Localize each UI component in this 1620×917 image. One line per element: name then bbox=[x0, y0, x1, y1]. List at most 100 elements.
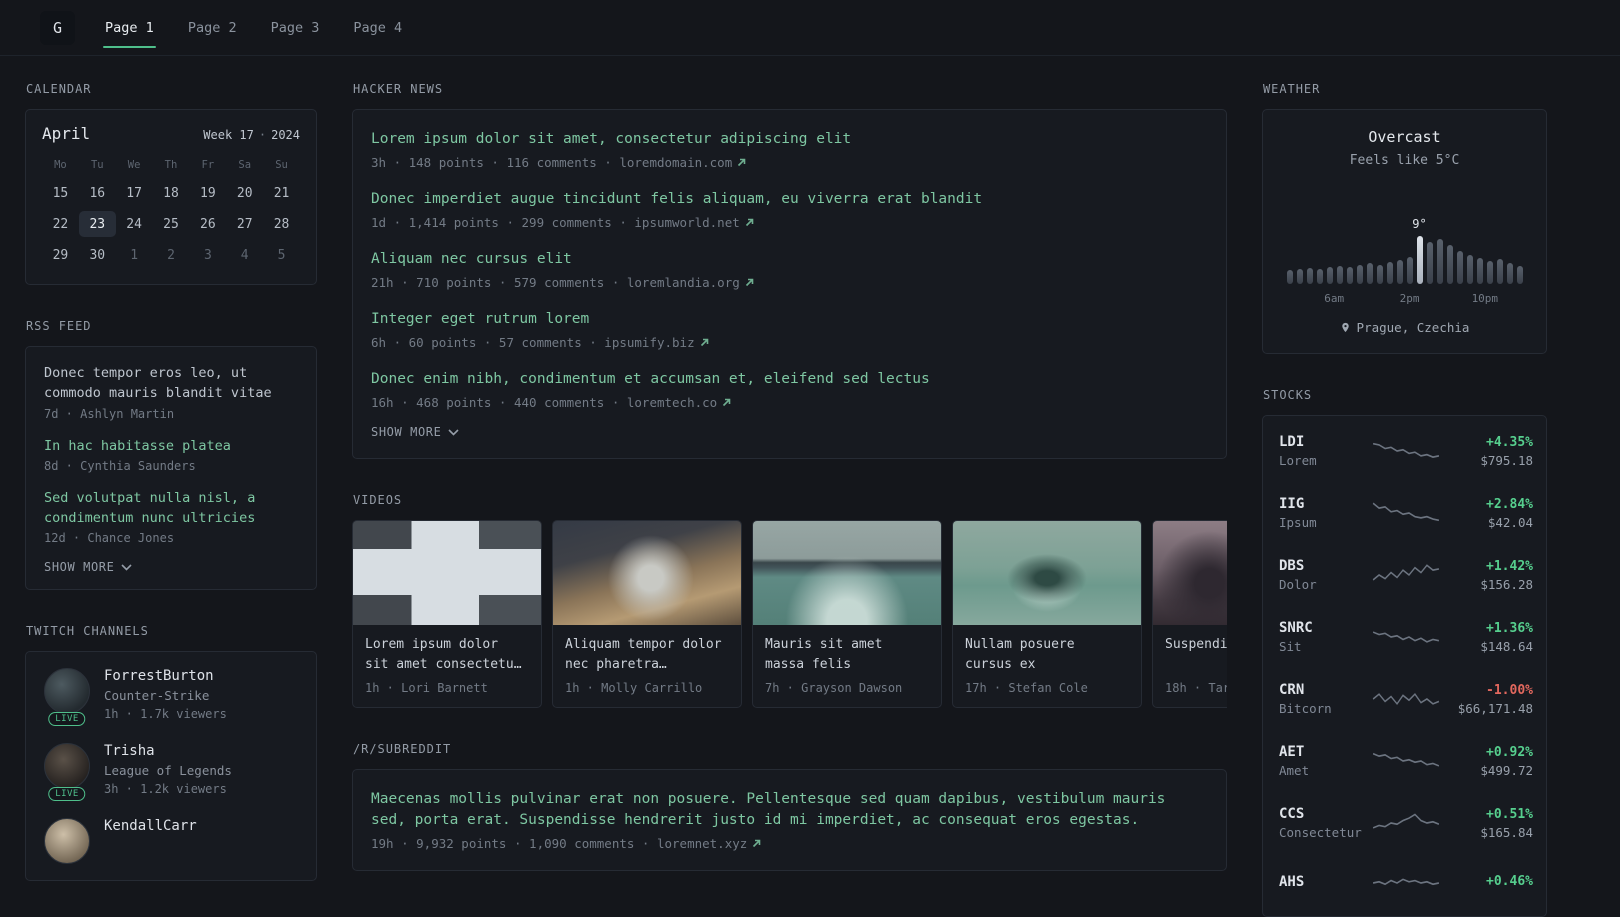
tab-page-3[interactable]: Page 3 bbox=[269, 0, 322, 55]
calendar-day: 26 bbox=[200, 216, 216, 232]
stock-price: $42.04 bbox=[1487, 514, 1533, 530]
videos-section-title: VIDEOS bbox=[353, 493, 403, 508]
calendar-day: 15 bbox=[52, 185, 69, 201]
calendar-day-outside: 3 bbox=[203, 247, 212, 263]
tab-page-1[interactable]: Page 1 bbox=[103, 0, 156, 55]
stock-id: AHS bbox=[1279, 874, 1371, 893]
video-thumbnail bbox=[1153, 521, 1227, 626]
avatar bbox=[44, 743, 90, 790]
tab-page-4[interactable]: Page 4 bbox=[351, 0, 404, 55]
external-link-icon bbox=[738, 158, 746, 167]
hn-item-title[interactable]: Lorem ipsum dolor sit amet, consectetur … bbox=[371, 129, 1208, 150]
stock-spark-wrap bbox=[1371, 808, 1441, 838]
rss-item: Donec tempor eros leo, ut commodo mauris… bbox=[44, 363, 298, 421]
calendar-day-outside: 2 bbox=[167, 247, 175, 263]
weather-location: Prague, Czechia bbox=[1279, 320, 1530, 335]
video-card[interactable]: Aliquam tempor dolor nec pharetra… 1h · … bbox=[552, 520, 742, 709]
stock-change: +1.42% bbox=[1486, 558, 1533, 574]
stock-price: $165.84 bbox=[1480, 824, 1533, 840]
calendar-panel: April Week 17 · 2024 Mo Tu We Th Fr Sa Su … bbox=[25, 109, 317, 285]
hn-item-title[interactable]: Donec imperdiet augue tincidunt felis al… bbox=[371, 189, 1208, 210]
weather-bar-chart: 9° bbox=[1279, 196, 1530, 284]
stock-sparkline bbox=[1372, 564, 1439, 581]
hacker-news-widget: HACKER NEWS Lorem ipsum dolor sit amet, … bbox=[352, 82, 1227, 460]
video-card-body: Nullam posuere cursus ex 17h · Stefan Co… bbox=[953, 625, 1141, 707]
external-link-icon bbox=[700, 338, 708, 347]
left-column: CALENDAR April Week 17 · 2024 Mo Tu We Th … bbox=[25, 82, 317, 882]
stock-symbol: AET bbox=[1279, 744, 1305, 760]
dow-label: Fr bbox=[201, 159, 215, 171]
dashboard-grid: CALENDAR April Week 17 · 2024 Mo Tu We Th … bbox=[0, 56, 1620, 917]
calendar-day-headers: Mo Tu We Th Fr Sa Su bbox=[42, 159, 300, 171]
rss-show-more-button[interactable]: SHOW MORE bbox=[44, 560, 298, 574]
stock-row[interactable]: DBS Dolor +1.42% $156.28 bbox=[1279, 544, 1533, 606]
stock-name: Sit bbox=[1279, 639, 1302, 654]
calendar-day: 22 bbox=[52, 216, 69, 232]
video-card[interactable]: Suspendisse diam 18h · Tara bbox=[1152, 520, 1227, 709]
channel-info: ForrestBurton Counter-Strike 1h · 1.7k v… bbox=[104, 668, 227, 721]
stock-row[interactable]: AET Amet +0.92% $499.72 bbox=[1279, 730, 1533, 792]
stock-sparkline bbox=[1372, 813, 1440, 829]
stock-id: LDI Lorem bbox=[1279, 434, 1371, 468]
calendar-day: 27 bbox=[236, 216, 253, 232]
rss-item-title[interactable]: Sed volutpat nulla nisl, a condimentum n… bbox=[44, 488, 298, 529]
weather-section-title: WEATHER bbox=[1263, 82, 1321, 96]
channel-name[interactable]: Trisha bbox=[104, 743, 232, 759]
stock-price: $156.28 bbox=[1480, 576, 1533, 592]
stock-row[interactable]: AHS +0.46% bbox=[1279, 854, 1533, 912]
stock-change: +4.35% bbox=[1486, 434, 1533, 450]
calendar-month: April bbox=[42, 124, 91, 143]
stock-row[interactable]: LDI Lorem +4.35% $795.18 bbox=[1279, 420, 1533, 482]
weather-feels-like: Feels like 5°C bbox=[1349, 153, 1460, 168]
twitch-channel[interactable]: LIVE ForrestBurton Counter-Strike 1h · 1… bbox=[44, 668, 298, 727]
stock-spark-wrap bbox=[1371, 436, 1441, 466]
hn-item-meta: 16h · 468 points · 440 comments · loremt… bbox=[371, 395, 1208, 410]
stock-symbol: DBS bbox=[1279, 558, 1305, 574]
rss-item: Sed volutpat nulla nisl, a condimentum n… bbox=[44, 488, 298, 546]
channel-name[interactable]: KendallCarr bbox=[104, 818, 197, 834]
stock-symbol: CCS bbox=[1279, 806, 1305, 822]
hacker-news-panel: Lorem ipsum dolor sit amet, consectetur … bbox=[352, 109, 1227, 460]
dow-label: Su bbox=[275, 159, 288, 171]
rss-item-meta: 12d · Chance Jones bbox=[44, 531, 175, 546]
subreddit-post-title[interactable]: Maecenas mollis pulvinar erat non posuer… bbox=[371, 789, 1208, 831]
stock-spark-wrap bbox=[1371, 684, 1441, 714]
hn-show-more-button[interactable]: SHOW MORE bbox=[371, 425, 1208, 439]
twitch-channel[interactable]: KendallCarr bbox=[44, 818, 298, 865]
hn-item-title[interactable]: Integer eget rutrum lorem bbox=[371, 309, 1208, 330]
stock-name: Bitcorn bbox=[1279, 701, 1332, 716]
channel-meta: 1h · 1.7k viewers bbox=[104, 707, 227, 722]
hn-item-title[interactable]: Aliquam nec cursus elit bbox=[371, 249, 1208, 270]
time-label: 6am bbox=[1324, 292, 1345, 305]
calendar-day: 24 bbox=[126, 216, 142, 232]
stock-row[interactable]: CCS Consectetur +0.51% $165.84 bbox=[1279, 792, 1533, 854]
stock-name: Dolor bbox=[1279, 577, 1317, 592]
dow-label: Mo bbox=[54, 159, 67, 171]
channel-name[interactable]: ForrestBurton bbox=[104, 668, 227, 684]
rss-item-title[interactable]: Donec tempor eros leo, ut commodo mauris… bbox=[44, 363, 298, 404]
app-logo[interactable]: G bbox=[40, 10, 76, 45]
channel-info: KendallCarr bbox=[104, 818, 197, 864]
calendar-day: 25 bbox=[163, 216, 179, 232]
rss-item-meta: 8d · Cynthia Saunders bbox=[44, 458, 196, 473]
stock-change: +0.51% bbox=[1486, 806, 1533, 822]
video-card[interactable]: Lorem ipsum dolor sit amet consectetu… 1… bbox=[352, 520, 542, 709]
hn-item-meta: 21h · 710 points · 579 comments · loreml… bbox=[371, 275, 1208, 290]
time-label: 2pm bbox=[1399, 292, 1420, 305]
stock-row[interactable]: SNRC Sit +1.36% $148.64 bbox=[1279, 606, 1533, 668]
location-pin-icon bbox=[1341, 322, 1349, 333]
stock-row[interactable]: CRN Bitcorn -1.00% $66,171.48 bbox=[1279, 668, 1533, 730]
video-meta: 1h · Molly Carrillo bbox=[565, 681, 703, 696]
stock-row[interactable]: IIG Ipsum +2.84% $42.04 bbox=[1279, 482, 1533, 544]
subreddit-panel: Maecenas mollis pulvinar erat non posuer… bbox=[352, 769, 1227, 872]
stock-sparkline bbox=[1372, 631, 1439, 643]
weather-widget: WEATHER Overcast Feels like 5°C 9° 6am 2… bbox=[1262, 82, 1547, 354]
video-card[interactable]: Mauris sit amet massa felis 7h · Grayson… bbox=[752, 520, 942, 709]
twitch-channel[interactable]: LIVE Trisha League of Legends 3h · 1.2k … bbox=[44, 743, 298, 802]
hn-item-title[interactable]: Donec enim nibh, condimentum et accumsan… bbox=[371, 369, 1208, 390]
rss-widget: RSS FEED Donec tempor eros leo, ut commo… bbox=[25, 319, 317, 591]
video-card[interactable]: Nullam posuere cursus ex 17h · Stefan Co… bbox=[952, 520, 1142, 709]
rss-item-title[interactable]: In hac habitasse platea bbox=[44, 436, 298, 456]
tab-page-2[interactable]: Page 2 bbox=[186, 0, 239, 55]
video-title: Aliquam tempor dolor nec pharetra… bbox=[565, 637, 722, 672]
